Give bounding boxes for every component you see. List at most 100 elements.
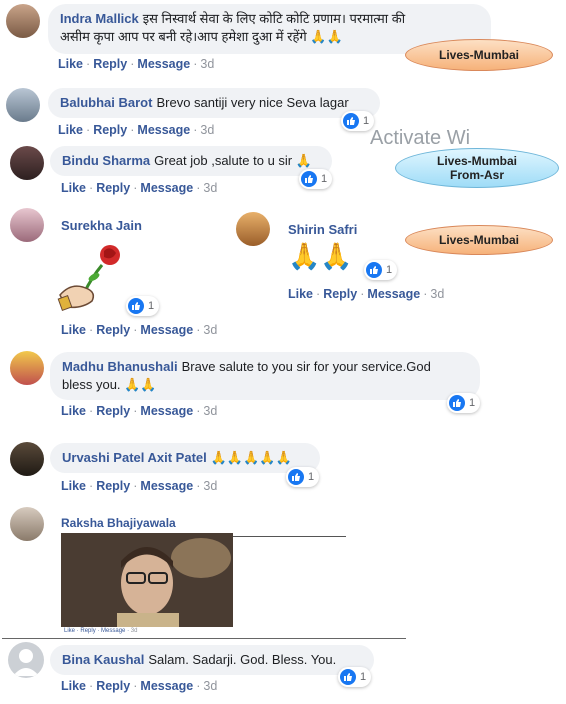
like-reaction-icon bbox=[301, 171, 317, 187]
message-link[interactable]: Message bbox=[137, 123, 190, 137]
avatar[interactable] bbox=[10, 507, 44, 541]
message-link[interactable]: Message bbox=[140, 479, 193, 493]
reaction-count-text: 1 bbox=[469, 397, 476, 409]
pray-emoji-icon: 🙏🙏 bbox=[124, 377, 157, 392]
reaction-count-text: 1 bbox=[386, 264, 393, 276]
comment-actions: Like · Reply · Message · 3d bbox=[61, 181, 218, 195]
reply-link[interactable]: Reply bbox=[96, 323, 130, 337]
commenter-name[interactable]: Shirin Safri bbox=[288, 222, 357, 237]
comment-bubble: Bindu Sharma Great job ,salute to u sir 🙏 bbox=[50, 146, 332, 176]
pray-emoji-icon: 🙏 bbox=[295, 153, 312, 168]
commenter-name[interactable]: Bindu Sharma bbox=[62, 153, 150, 168]
message-link[interactable]: Message bbox=[367, 287, 420, 301]
reply-link[interactable]: Reply bbox=[96, 404, 130, 418]
reaction-count[interactable]: 1 bbox=[126, 296, 160, 316]
comment-actions: Like · Reply · Message · 3d bbox=[61, 479, 218, 493]
avatar[interactable] bbox=[10, 146, 44, 180]
commenter-name[interactable]: Indra Mallick bbox=[60, 11, 139, 26]
comment-text: Great job ,salute to u sir bbox=[154, 153, 293, 168]
reply-link[interactable]: Reply bbox=[93, 123, 127, 137]
rose-sticker bbox=[52, 237, 132, 317]
location-tag: Lives-Mumbai From-Asr bbox=[395, 148, 559, 188]
like-reaction-icon bbox=[343, 113, 359, 129]
gif-image[interactable] bbox=[61, 533, 233, 627]
gif-actions: Like · Reply · Message · 3d bbox=[64, 628, 138, 634]
like-link[interactable]: Like bbox=[61, 479, 86, 493]
reaction-count-text: 1 bbox=[148, 300, 155, 312]
timestamp[interactable]: 3d bbox=[200, 123, 214, 137]
reply-link[interactable]: Reply bbox=[96, 181, 130, 195]
reply-link[interactable]: Reply bbox=[96, 679, 130, 693]
pray-emoji-icon: 🙏🙏 bbox=[310, 29, 343, 44]
commenter-name[interactable]: Urvashi Patel Axit Patel bbox=[62, 450, 207, 465]
commenter-name[interactable]: Bina Kaushal bbox=[62, 652, 144, 667]
pray-emoji-icon: 🙏🙏 bbox=[288, 241, 353, 271]
message-link[interactable]: Message bbox=[137, 57, 190, 71]
divider bbox=[2, 638, 406, 639]
comment-bubble: Balubhai Barot Brevo santiji very nice Se… bbox=[48, 88, 380, 118]
reaction-count-text: 1 bbox=[321, 173, 328, 185]
timestamp[interactable]: 3d bbox=[200, 57, 214, 71]
default-avatar-icon bbox=[13, 649, 39, 676]
reaction-count-text: 1 bbox=[363, 115, 370, 127]
avatar[interactable] bbox=[236, 212, 270, 246]
avatar[interactable] bbox=[10, 208, 44, 242]
reaction-count-text: 1 bbox=[360, 671, 367, 683]
like-reaction-icon bbox=[449, 395, 465, 411]
reply-link[interactable]: Reply bbox=[96, 479, 130, 493]
reply-link[interactable]: Reply bbox=[93, 57, 127, 71]
location-tag: Lives-Mumbai bbox=[405, 39, 553, 71]
like-link[interactable]: Like bbox=[58, 123, 83, 137]
reaction-count[interactable]: 1 bbox=[447, 393, 481, 413]
message-link[interactable]: Message bbox=[140, 679, 193, 693]
commenter-name[interactable]: Raksha Bhajiyawala bbox=[61, 516, 176, 530]
message-link[interactable]: Message bbox=[101, 628, 125, 634]
commenter-name[interactable]: Madhu Bhanushali bbox=[62, 359, 178, 374]
location-tag-label: From-Asr bbox=[449, 168, 504, 182]
like-link[interactable]: Like bbox=[61, 181, 86, 195]
like-link[interactable]: Like bbox=[61, 679, 86, 693]
reply-link[interactable]: Reply bbox=[323, 287, 357, 301]
timestamp[interactable]: 3d bbox=[203, 479, 217, 493]
avatar[interactable] bbox=[6, 4, 40, 38]
location-tag-label: Lives-Mumbai bbox=[438, 48, 519, 62]
comment-bubble: Madhu Bhanushali Brave salute to you sir … bbox=[50, 352, 480, 400]
like-link[interactable]: Like bbox=[61, 323, 86, 337]
message-link[interactable]: Message bbox=[140, 404, 193, 418]
timestamp[interactable]: 3d bbox=[131, 628, 138, 634]
like-reaction-icon bbox=[288, 469, 304, 485]
like-link[interactable]: Like bbox=[58, 57, 83, 71]
timestamp[interactable]: 3d bbox=[203, 181, 217, 195]
commenter-name[interactable]: Surekha Jain bbox=[61, 218, 142, 233]
location-tag-label: Lives-Mumbai bbox=[438, 233, 519, 247]
avatar[interactable] bbox=[6, 88, 40, 122]
location-tag-label: Lives-Mumbai bbox=[436, 154, 517, 168]
message-link[interactable]: Message bbox=[140, 181, 193, 195]
like-link[interactable]: Like bbox=[64, 628, 75, 634]
reaction-count-text: 1 bbox=[308, 471, 315, 483]
reaction-count[interactable]: 1 bbox=[299, 169, 333, 189]
timestamp[interactable]: 3d bbox=[203, 323, 217, 337]
comment-bubble: Urvashi Patel Axit Patel 🙏🙏🙏🙏🙏 bbox=[50, 443, 320, 473]
reply-link[interactable]: Reply bbox=[80, 628, 95, 634]
avatar[interactable] bbox=[10, 351, 44, 385]
reaction-count[interactable]: 1 bbox=[286, 467, 320, 487]
location-tag: Lives-Mumbai bbox=[405, 225, 553, 255]
avatar[interactable] bbox=[8, 642, 44, 678]
commenter-name[interactable]: Balubhai Barot bbox=[60, 95, 152, 110]
like-link[interactable]: Like bbox=[288, 287, 313, 301]
like-link[interactable]: Like bbox=[61, 404, 86, 418]
timestamp[interactable]: 3d bbox=[203, 679, 217, 693]
like-reaction-icon bbox=[340, 669, 356, 685]
comment-actions: Like · Reply · Message · 3d bbox=[61, 679, 218, 693]
reaction-count[interactable]: 1 bbox=[364, 260, 398, 280]
reaction-count[interactable]: 1 bbox=[338, 667, 372, 687]
comment-actions: Like · Reply · Message · 3d bbox=[58, 123, 215, 137]
timestamp[interactable]: 3d bbox=[203, 404, 217, 418]
comment-actions: Like · Reply · Message · 3d bbox=[58, 57, 215, 71]
pray-emoji-icon: 🙏🙏🙏🙏🙏 bbox=[210, 450, 292, 465]
avatar[interactable] bbox=[10, 442, 44, 476]
timestamp[interactable]: 3d bbox=[430, 287, 444, 301]
comment-text: इस निस्वार्थ सेवा के लिए कोटि कोटि प्रणा… bbox=[142, 11, 406, 26]
message-link[interactable]: Message bbox=[140, 323, 193, 337]
